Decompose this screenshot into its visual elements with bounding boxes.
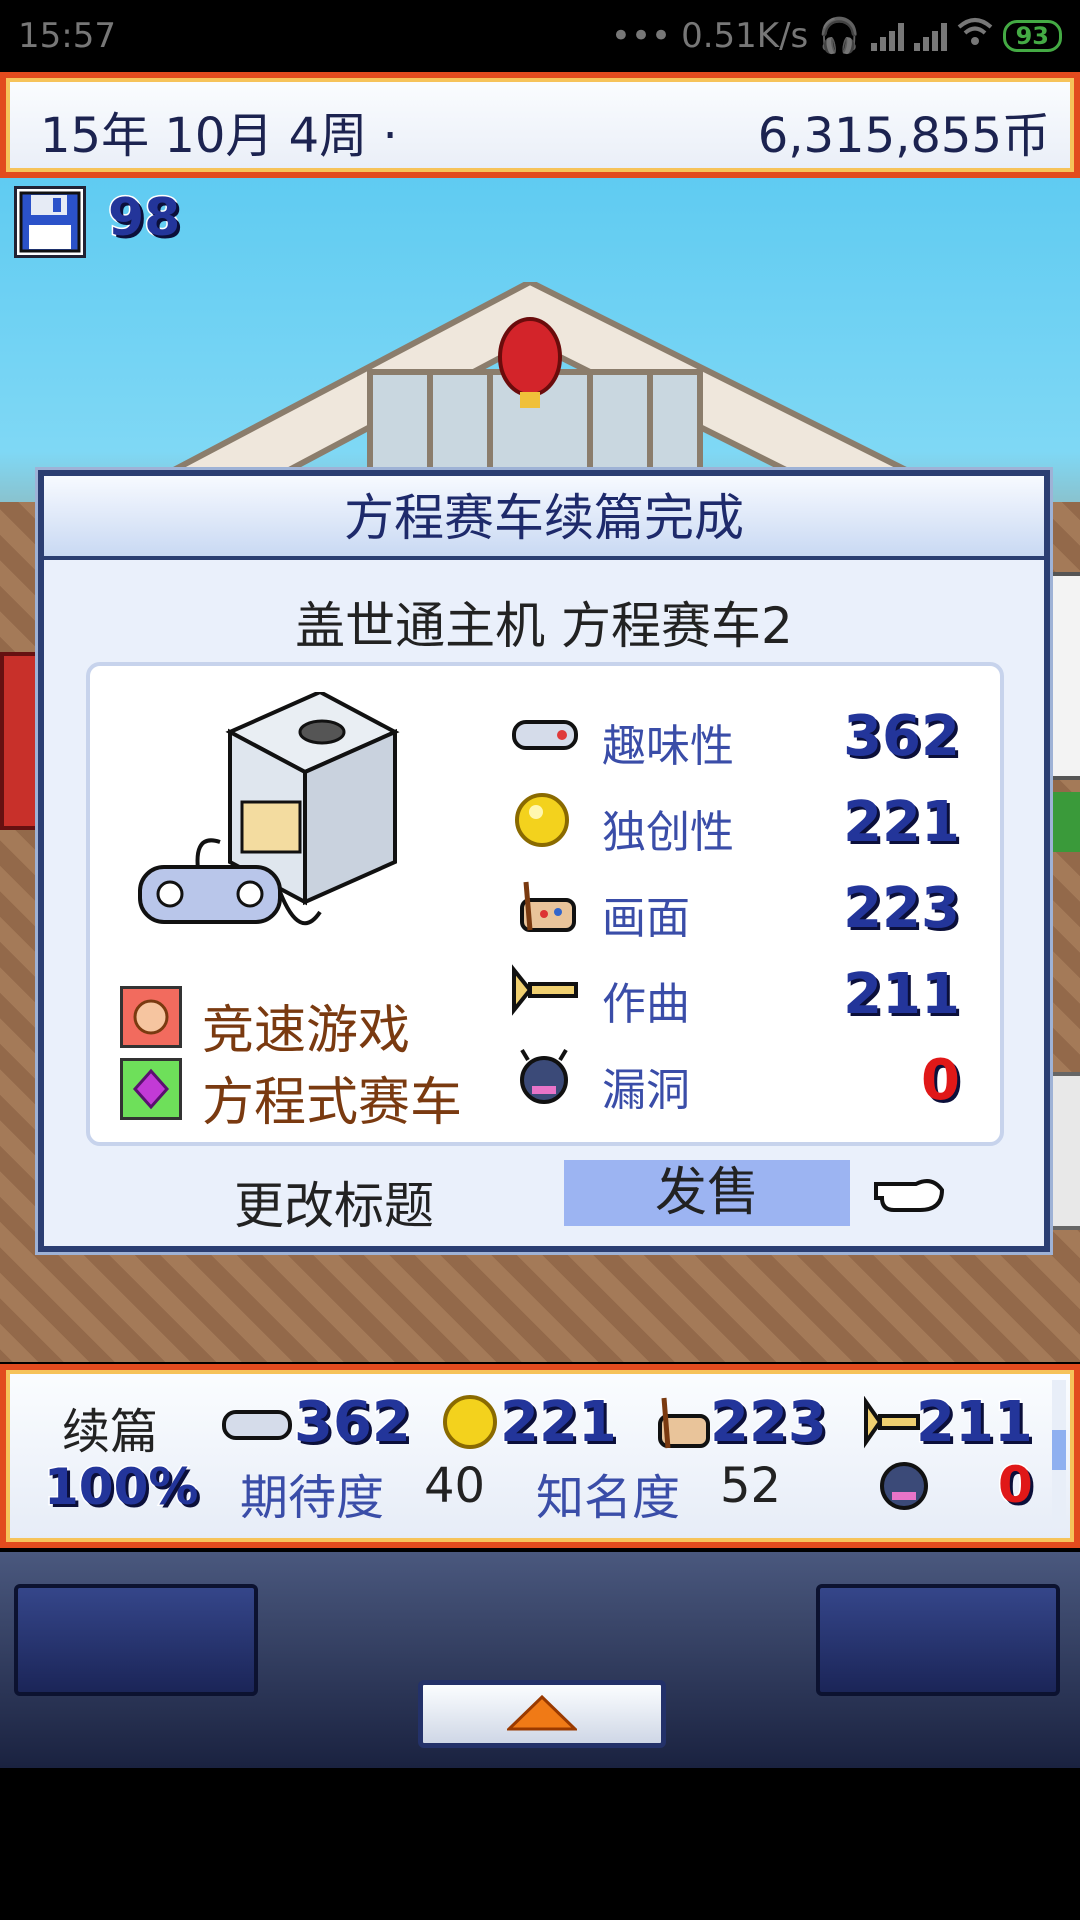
creativity-value: 221	[499, 1389, 619, 1457]
scrollbar[interactable]	[1052, 1380, 1066, 1528]
wifi-icon	[957, 16, 993, 56]
status-bar: 15:57 ••• 0.51K/s 🎧 93	[0, 0, 1080, 72]
status-right: ••• 0.51K/s 🎧 93	[611, 16, 1062, 56]
money-amount: 6,315,855币	[757, 108, 1050, 164]
fame-label: 知名度	[536, 1470, 681, 1526]
stat-row: 趣味性 362	[510, 703, 970, 774]
network-speed: 0.51K/s	[681, 16, 809, 56]
game-info-panel: 竞速游戏 方程式赛车 趣味性 362 独创性 221 画面 223 作曲 211…	[86, 662, 1004, 1146]
stat-row: 画面 223	[510, 875, 970, 946]
stat-label: 漏洞	[602, 1065, 690, 1116]
battery-icon: 93	[1002, 20, 1062, 52]
save-count: 98	[106, 187, 181, 250]
expectation-value: 40	[424, 1458, 486, 1514]
game-name: 盖世通主机 方程赛车2	[295, 597, 793, 655]
runner-face-icon	[120, 986, 182, 1048]
console-icon	[138, 692, 400, 926]
gold-coin-icon	[443, 1395, 497, 1449]
stat-row: 作曲 211	[510, 961, 970, 1032]
sound-value: 211	[915, 1389, 1035, 1457]
dialog-title: 方程赛车续篇完成	[44, 476, 1044, 560]
stat-label: 画面	[602, 893, 690, 944]
game-complete-dialog: 方程赛车续篇完成 盖世通主机 方程赛车2 竞速游戏 方程式赛车 趣味性 362 …	[38, 470, 1050, 1252]
signal-icon-2	[913, 21, 947, 51]
project-summary-panel: 续篇 100% 362 221 223 211 期待度 40 知名度 52 0	[0, 1364, 1080, 1548]
floppy-disk-icon[interactable]	[14, 186, 86, 258]
gamepad-icon	[222, 1410, 292, 1440]
stat-row: 独创性 221	[510, 789, 970, 860]
gamepad-icon	[512, 720, 578, 750]
nav-left-button[interactable]	[14, 1584, 258, 1696]
up-arrow-icon	[507, 1695, 577, 1731]
purple-gem-icon	[120, 1058, 182, 1120]
progress-percent: 100%	[42, 1457, 199, 1518]
graphics-value: 223	[709, 1389, 829, 1457]
sell-button[interactable]: 发售	[564, 1160, 850, 1226]
stat-row: 漏洞 0	[510, 1047, 970, 1118]
nav-right-button[interactable]	[816, 1584, 1060, 1696]
game-date: 15年 10月 4周 ·	[40, 108, 398, 164]
status-time: 15:57	[18, 16, 116, 56]
fame-value: 52	[720, 1458, 782, 1514]
rename-button[interactable]: 更改标题	[234, 1166, 434, 1238]
sequel-label: 续篇	[62, 1404, 159, 1460]
signal-icon	[870, 21, 904, 51]
paint-palette-icon	[520, 881, 576, 932]
plant	[1050, 792, 1080, 852]
bug-icon	[880, 1462, 928, 1510]
bugs-value: 0	[997, 1455, 1035, 1516]
more-dots-icon: •••	[610, 16, 672, 56]
bug-icon	[520, 1048, 568, 1104]
stat-value: 362	[842, 703, 962, 771]
expand-menu-button[interactable]	[418, 1680, 666, 1748]
genre-primary: 竞速游戏	[202, 1001, 411, 1061]
trumpet-icon	[512, 964, 578, 1016]
fun-value: 362	[293, 1389, 413, 1457]
expectation-label: 期待度	[240, 1470, 385, 1526]
top-bar: 15年 10月 4周 · 6,315,855币	[0, 72, 1080, 178]
stat-value: 223	[842, 875, 962, 943]
stats-list: 趣味性 362 独创性 221 画面 223 作曲 211 漏洞 0	[510, 703, 970, 1124]
scrollbar-thumb[interactable]	[1052, 1430, 1066, 1470]
trumpet-icon	[864, 1396, 920, 1449]
stat-label: 作曲	[602, 979, 690, 1030]
stat-value: 0	[920, 1047, 962, 1115]
pointing-hand-icon	[874, 1179, 945, 1212]
stat-value: 211	[842, 961, 962, 1029]
genre-secondary: 方程式赛车	[202, 1073, 463, 1133]
headphones-icon: 🎧	[818, 16, 861, 56]
stat-value: 221	[842, 789, 962, 857]
paint-palette-icon	[658, 1397, 710, 1449]
gold-coin-icon	[515, 793, 569, 847]
